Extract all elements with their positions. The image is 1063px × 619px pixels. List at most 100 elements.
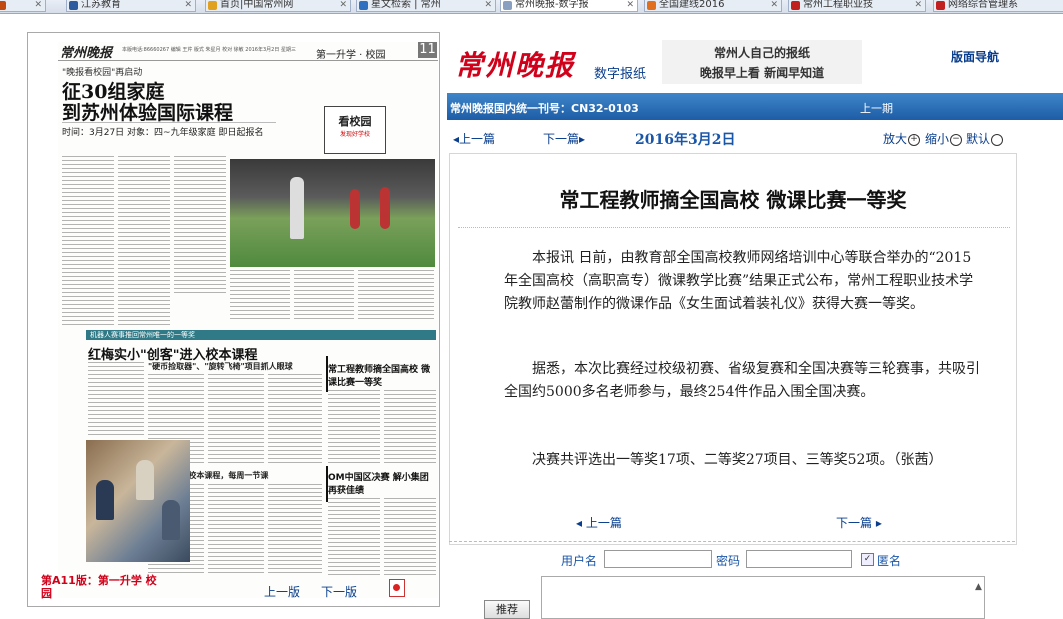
close-icon[interactable]: ✕ — [339, 0, 347, 10]
prev-page-link[interactable]: 上一版 — [264, 583, 300, 600]
close-icon[interactable]: ✕ — [184, 0, 192, 10]
page-edition-title: 第A11版：第一升学 校园 — [41, 574, 157, 600]
text-column — [118, 156, 170, 326]
photo-golf-students — [230, 159, 435, 267]
text-column — [328, 390, 380, 466]
prev-issue-link[interactable]: 上一期 — [860, 100, 893, 116]
browser-tab[interactable]: 江苏教育 ✕ — [66, 0, 196, 12]
story-bar: 机器人赛事推回常州唯一的一等奖 — [86, 330, 436, 340]
scroll-up-icon[interactable]: ▲ — [975, 582, 982, 592]
thumbnail-meta: 本版电话:86660267 编辑 王芹 版式 朱星月 校对 徐敏 2016年3月… — [122, 47, 296, 53]
close-icon[interactable]: ✕ — [34, 0, 42, 10]
thumbnail-masthead: 常州晚报 — [60, 46, 113, 61]
next-page-link[interactable]: 下一版 — [321, 583, 357, 600]
thumbnail-badge: 看校园 发现好学校 — [324, 106, 386, 154]
page-favicon-icon — [359, 1, 368, 10]
side-story-headline: 常工程教师摘全国高校 微课比赛一等奖 — [328, 365, 431, 388]
zoom-default-button[interactable]: 默认 — [966, 130, 1004, 147]
browser-tab[interactable]: 网络综合管理系 — [933, 0, 1063, 12]
text-column — [268, 484, 322, 574]
thumbnail-subline: 时间：3月27日 对象：四~九年级家庭 即日起报名 — [62, 122, 276, 138]
text-column — [268, 374, 322, 464]
prev-article-label: 上一篇 — [459, 132, 496, 146]
article-nav-row: ◂上一篇 下一篇▸ 2016年3月2日 放大 + 缩小 − 默认 — [447, 128, 1063, 148]
article-paragraph: 决赛共评选出一等奖17项、二等奖27项目、三等奖52项。（张茜） — [532, 452, 943, 468]
slogan-line: 常州人自己的报纸 — [713, 46, 810, 60]
divider — [449, 541, 1015, 543]
tab-label: 首页|中国常州网 — [220, 0, 294, 10]
page-favicon-icon — [69, 1, 78, 10]
tab-label: 全国建线2016 — [659, 0, 725, 10]
minus-icon: − — [950, 133, 963, 146]
page-thumbnail-panel: 常州晚报 本版电话:86660267 编辑 王芹 版式 朱星月 校对 徐敏 20… — [27, 32, 440, 607]
text-column — [62, 156, 114, 326]
side-story-headline: OM中国区决赛 解小集团再获佳绩 — [328, 473, 429, 496]
password-input[interactable] — [746, 550, 852, 568]
badge-title: 看校园 — [338, 115, 372, 128]
newspaper-page-image[interactable]: 常州晚报 本版电话:86660267 编辑 王芹 版式 朱星月 校对 徐敏 20… — [58, 42, 438, 598]
info-bar: 常州晚报国内统一刊号：CN32-0103 上一期 — [447, 93, 1063, 120]
photo-figure — [96, 480, 114, 520]
comment-form-row: 用户名 密码 ✓ 匿名 — [449, 549, 1015, 571]
text-column — [384, 498, 436, 576]
zoom-in-button[interactable]: 放大 + — [883, 130, 921, 147]
tab-label: 江苏教育 — [81, 0, 121, 10]
anonymous-label: 匿名 — [877, 554, 902, 568]
close-icon[interactable]: ✕ — [484, 0, 492, 10]
close-icon[interactable]: ✕ — [626, 0, 634, 10]
browser-tab-active[interactable]: 常州晚报-数字报 ✕ — [500, 0, 638, 12]
plus-icon: + — [908, 133, 921, 146]
circle-icon — [991, 133, 1004, 146]
browser-tab[interactable]: 常州工程职业技 ✕ — [788, 0, 926, 12]
thumbnail-page-number: 11 — [418, 42, 437, 58]
text-column — [384, 390, 436, 466]
thumbnail-headline: 到苏州体验国际课程 — [62, 102, 234, 124]
cn-number: 常州晚报国内统一刊号：CN32-0103 — [450, 102, 639, 115]
submit-button[interactable]: 推荐 — [484, 600, 530, 619]
zoom-out-button[interactable]: 缩小 − — [925, 130, 963, 147]
username-label: 用户名 — [561, 554, 598, 568]
text-column — [328, 498, 380, 576]
password-label: 密码 — [716, 554, 741, 568]
next-article-link-bottom[interactable]: 下一篇 ▸ — [836, 514, 882, 531]
close-icon[interactable]: ✕ — [770, 0, 778, 10]
close-icon[interactable]: ✕ — [914, 0, 922, 10]
browser-tab[interactable]: ✕ — [0, 0, 46, 12]
article-panel: 常工程教师摘全国高校 微课比赛一等奖 本报讯 日前，由教育部全国高校教师网络培训… — [449, 153, 1017, 545]
prev-article-link[interactable]: ◂上一篇 — [453, 130, 495, 147]
slogan-box: 常州人自己的报纸 晚报早上看 新闻早知道 — [662, 40, 862, 84]
page-navigation-link[interactable]: 版面导航 — [951, 48, 999, 65]
photo-figure — [350, 189, 360, 229]
page-favicon-icon — [503, 1, 512, 10]
article-title: 常工程教师摘全国高校 微课比赛一等奖 — [559, 188, 907, 212]
photo-figure — [380, 187, 390, 229]
tab-label: 网络综合管理系 — [948, 0, 1018, 10]
site-logo[interactable]: 常州晚报 — [455, 44, 575, 84]
page-favicon-icon — [647, 1, 656, 10]
prev-article-link-bottom[interactable]: ◂ 上一篇 — [576, 514, 622, 531]
anonymous-checkbox[interactable]: ✓ — [861, 553, 874, 566]
tab-label: 星文检索 | 常州 — [371, 0, 441, 10]
comment-textarea[interactable] — [541, 576, 985, 619]
page-favicon-icon — [0, 1, 6, 10]
browser-tab-bar: ✕ 江苏教育 ✕ 首页|中国常州网 ✕ 星文检索 | 常州 ✕ 常州晚报-数字报… — [0, 0, 1063, 14]
browser-tab[interactable]: 全国建线2016 ✕ — [644, 0, 782, 12]
story-subhead: "硬币捡取器"、"旋转飞椅"项目抓人眼球 — [148, 362, 293, 371]
article-paragraph: 据悉，本次比赛经过校级初赛、省级复赛和全国决赛等三轮赛事，共吸引全国约5000多… — [504, 361, 980, 400]
text-column — [294, 270, 354, 320]
photo-figure — [290, 177, 304, 239]
page-favicon-icon — [936, 1, 945, 10]
username-input[interactable] — [604, 550, 712, 568]
divider — [458, 227, 1010, 229]
article-paragraph: 本报讯 日前，由教育部全国高校教师网络培训中心等联合举办的“2015年全国高校（… — [504, 250, 974, 312]
tab-label: 常州晚报-数字报 — [515, 0, 589, 10]
page-favicon-icon — [791, 1, 800, 10]
browser-tab[interactable]: 星文检索 | 常州 ✕ — [356, 0, 496, 12]
pdf-icon[interactable] — [389, 579, 405, 597]
zoom-in-label: 放大 — [883, 132, 908, 146]
next-article-link[interactable]: 下一篇▸ — [543, 130, 585, 147]
thumbnail-section: 第一升学 · 校园 — [316, 50, 386, 61]
text-column — [208, 484, 264, 574]
browser-tab[interactable]: 首页|中国常州网 ✕ — [205, 0, 351, 12]
photo-robot-class — [86, 440, 190, 562]
